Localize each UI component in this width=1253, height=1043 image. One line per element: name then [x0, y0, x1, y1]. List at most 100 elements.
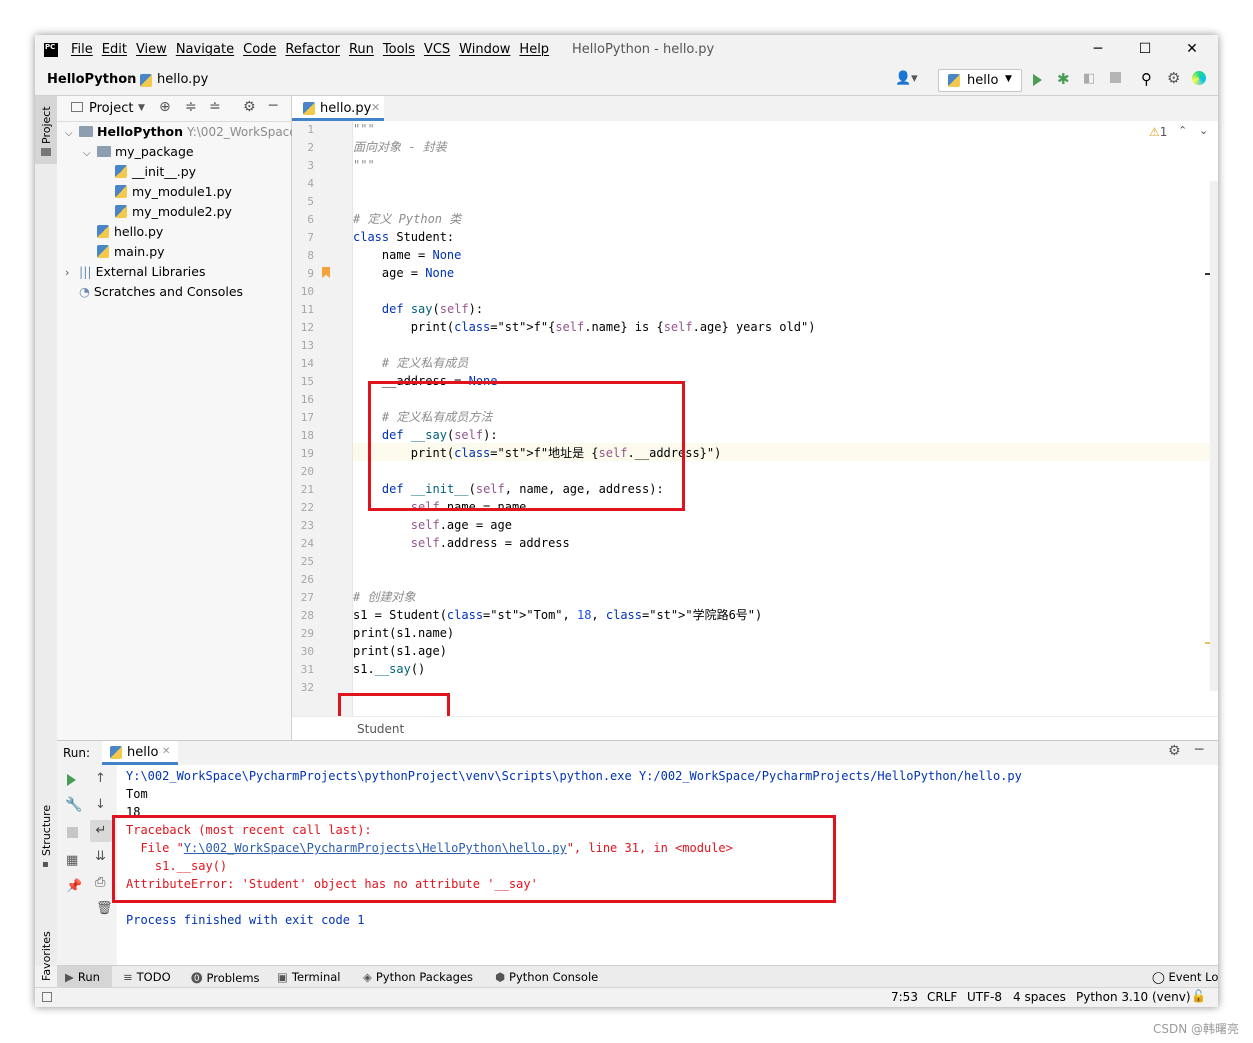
- tool-tab-label: Python Console: [509, 970, 599, 984]
- close-tab-icon[interactable]: ✕: [162, 746, 170, 757]
- tree-item-label: my_module1.py: [132, 184, 232, 199]
- event-log-button[interactable]: ◯ Event Log: [1152, 970, 1218, 984]
- menu-item-tools[interactable]: Tools: [383, 42, 415, 57]
- search-icon[interactable]: ⚲: [1141, 70, 1152, 88]
- maximize-button[interactable]: ☐: [1135, 41, 1155, 57]
- settings-icon[interactable]: ⚙: [1168, 743, 1181, 759]
- stop-icon[interactable]: [1110, 72, 1121, 83]
- file-encoding[interactable]: UTF-8: [967, 990, 1002, 1004]
- up-arrow-icon[interactable]: ↑: [95, 771, 106, 786]
- menu-item-run[interactable]: Run: [349, 42, 374, 57]
- close-tab-icon[interactable]: ✕: [371, 101, 380, 114]
- menu-item-window[interactable]: Window: [459, 42, 510, 57]
- tree-item[interactable]: ⌵ HelloPython Y:\002_WorkSpace: [65, 122, 297, 142]
- down-arrow-icon[interactable]: ↓: [95, 797, 106, 812]
- wrench-icon[interactable]: 🔧: [65, 797, 82, 813]
- locate-icon[interactable]: ⊕: [159, 99, 171, 115]
- stop-icon[interactable]: [67, 827, 78, 838]
- caret-position[interactable]: 7:53: [891, 990, 918, 1004]
- toggle-tool-windows-icon[interactable]: [42, 992, 52, 1002]
- run-console[interactable]: Y:\002_WorkSpace\PycharmProjects\pythonP…: [112, 765, 1218, 965]
- debug-icon[interactable]: ✱: [1057, 70, 1070, 88]
- menu-item-file[interactable]: File: [71, 42, 93, 57]
- lock-icon[interactable]: 🔓: [1191, 989, 1206, 1003]
- tree-item[interactable]: hello.py: [83, 222, 163, 242]
- favorites-tool-label[interactable]: Favorites: [40, 931, 53, 981]
- close-button[interactable]: ✕: [1182, 41, 1202, 57]
- tool-tab-python-console[interactable]: ⬢ Python Console: [495, 970, 598, 984]
- coverage-icon[interactable]: ◧: [1083, 71, 1095, 86]
- console-line: Y:\002_WorkSpace\PycharmProjects\pythonP…: [126, 769, 1022, 783]
- tool-tab-run[interactable]: ▶ Run: [65, 970, 100, 984]
- collapse-all-icon[interactable]: ≐: [209, 99, 221, 115]
- code-editor[interactable]: 1 """ 2 面向对象 - 封装 3 """ 4 5 6 # 定义 Python 类 7 class…: [292, 121, 1218, 740]
- menu-item-vcs[interactable]: VCS: [424, 42, 450, 57]
- run-tab-hello[interactable]: hello ✕: [102, 741, 178, 765]
- menu-item-refactor[interactable]: Refactor: [285, 42, 340, 57]
- tool-tab-terminal[interactable]: ▣ Terminal: [277, 970, 340, 984]
- minimize-button[interactable]: ─: [1088, 41, 1108, 57]
- chevron-right-icon[interactable]: ›: [65, 263, 79, 283]
- line-number: 5: [307, 195, 314, 208]
- warnings-indicator[interactable]: ⚠1: [1149, 125, 1167, 139]
- tree-item[interactable]: my_module2.py: [101, 202, 232, 222]
- tree-item[interactable]: ⌵ my_package: [83, 142, 194, 162]
- line-number: 2: [307, 141, 314, 154]
- chevron-down-icon[interactable]: ▼: [138, 103, 145, 113]
- chevron-down-icon[interactable]: ⌵: [83, 144, 97, 164]
- tree-item[interactable]: ◔ Scratches and Consoles: [65, 282, 243, 302]
- tool-tab-python-packages[interactable]: ◈ Python Packages: [363, 970, 473, 984]
- menu-item-edit[interactable]: Edit: [102, 42, 127, 57]
- tree-item[interactable]: my_module1.py: [101, 182, 232, 202]
- trash-icon[interactable]: 🗑: [96, 901, 113, 916]
- editor-tab-hello[interactable]: hello.py ✕: [292, 96, 384, 121]
- line-number: 32: [300, 681, 314, 694]
- line-number: 23: [300, 519, 314, 532]
- line-number: 7: [307, 231, 314, 244]
- user-icon[interactable]: 👤▾: [895, 71, 918, 86]
- structure-tool-label[interactable]: Structure: [40, 805, 53, 856]
- folder-icon: [41, 148, 51, 156]
- hide-panel-icon[interactable]: ─: [269, 98, 277, 114]
- tree-item-label: my_module2.py: [132, 204, 232, 219]
- menu-item-help[interactable]: Help: [519, 42, 549, 57]
- hide-panel-icon[interactable]: ─: [1195, 742, 1203, 758]
- soft-wrap-icon[interactable]: ↵: [90, 820, 112, 842]
- settings-icon[interactable]: ⚙: [243, 99, 256, 115]
- scroll-to-end-icon[interactable]: ⇊: [95, 849, 106, 864]
- indent-setting[interactable]: 4 spaces: [1013, 990, 1066, 1004]
- menu-item-view[interactable]: View: [136, 42, 167, 57]
- project-view-select[interactable]: Project: [89, 101, 133, 116]
- menu-item-code[interactable]: Code: [243, 42, 276, 57]
- previous-highlight-icon[interactable]: ⌃: [1178, 124, 1187, 137]
- tool-tab-problems[interactable]: ⓿ Problems: [191, 970, 260, 986]
- line-separator[interactable]: CRLF: [927, 990, 957, 1004]
- breadcrumb-file[interactable]: hello.py: [157, 72, 208, 87]
- line-number: 13: [300, 339, 314, 352]
- console-line: Tom: [126, 787, 148, 801]
- tree-item-label: hello.py: [114, 224, 164, 239]
- settings-icon[interactable]: ⚙: [1167, 69, 1180, 87]
- next-highlight-icon[interactable]: ⌄: [1199, 124, 1208, 137]
- tree-item[interactable]: __init__.py: [101, 162, 196, 182]
- rerun-icon[interactable]: [67, 774, 76, 789]
- editor-breadcrumb[interactable]: Student: [357, 722, 404, 736]
- interpreter-selector[interactable]: Python 3.10 (venv): [1076, 990, 1191, 1004]
- print-icon[interactable]: ⎙: [95, 875, 105, 890]
- run-config-select[interactable]: hello ▼: [938, 69, 1022, 92]
- run-icon[interactable]: [1033, 74, 1042, 89]
- editor-scrollbar[interactable]: [1210, 181, 1218, 691]
- expand-all-icon[interactable]: ≑: [185, 99, 197, 115]
- breadcrumb-project[interactable]: HelloPython: [47, 72, 136, 87]
- bottom-tool-bar: ▶ Run ≡ TODO ⓿ Problems ▣ Terminal ◈ Python Packa…: [57, 965, 1218, 988]
- layout-icon[interactable]: ▦: [66, 853, 78, 868]
- chevron-down-icon[interactable]: ⌵: [65, 124, 79, 144]
- project-tool-label[interactable]: Project: [40, 106, 53, 144]
- python-file-icon: [115, 205, 127, 218]
- menu-item-navigate[interactable]: Navigate: [176, 42, 234, 57]
- tool-tab-todo[interactable]: ≡ TODO: [123, 970, 171, 984]
- tree-item[interactable]: › ||| External Libraries: [65, 262, 205, 282]
- tree-item[interactable]: main.py: [83, 242, 165, 262]
- pin-icon[interactable]: 📌: [66, 879, 82, 894]
- jetbrains-toolbox-icon[interactable]: [1192, 71, 1206, 85]
